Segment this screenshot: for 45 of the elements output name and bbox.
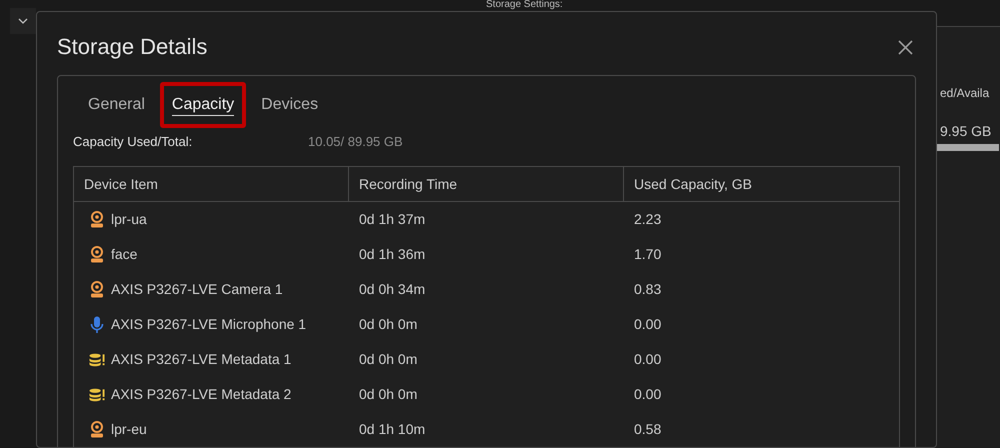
capacity-label: Capacity Used/Total: — [73, 133, 194, 152]
device-name: lpr-ua — [111, 210, 147, 229]
used-capacity: 0.00 — [634, 316, 662, 332]
camera-icon — [90, 211, 104, 228]
recording-time: 0d 0h 0m — [359, 351, 418, 367]
column-header: ed/Availa — [940, 85, 990, 102]
column-header: Recording Time — [349, 167, 624, 201]
tab[interactable]: Devices — [250, 82, 330, 128]
usage-value: 9.95 GB — [940, 122, 992, 141]
used-capacity: 0.00 — [634, 386, 662, 402]
used-capacity: 1.70 — [634, 246, 662, 262]
dialog-title: Storage Details — [57, 33, 208, 61]
used-capacity: 0.83 — [634, 281, 662, 297]
device-name: AXIS P3267-LVE Metadata 1 — [111, 350, 292, 369]
column-header: Used Capacity, GB — [633, 174, 754, 194]
close-icon — [898, 40, 912, 54]
recording-time: 0d 0h 0m — [359, 316, 418, 332]
recording-time: 0d 1h 10m — [359, 421, 426, 437]
device-name: AXIS P3267-LVE Camera 1 — [111, 280, 283, 299]
section-title: Storage Settings: — [486, 0, 563, 10]
tab[interactable]: General — [77, 82, 156, 128]
used-capacity: 0.00 — [634, 351, 662, 367]
camera-icon — [90, 281, 104, 298]
collapse-button[interactable] — [10, 8, 36, 34]
device-name: AXIS P3267-LVE Microphone 1 — [111, 315, 306, 334]
camera-icon — [90, 246, 104, 263]
device-name: lpr-eu — [111, 420, 147, 439]
database-warning-icon — [89, 352, 105, 366]
tab[interactable]: Capacity — [160, 82, 246, 128]
recording-time: 0d 0h 34m — [359, 281, 426, 297]
microphone-icon — [90, 316, 104, 334]
recording-time: 0d 1h 37m — [359, 211, 426, 227]
device-name: face — [111, 245, 138, 264]
capacity-value: 10.05/ 89.95 GB — [308, 133, 403, 152]
device-name: AXIS P3267-LVE Metadata 2 — [111, 385, 292, 404]
database-warning-icon — [89, 388, 105, 402]
usage-bar — [937, 144, 999, 151]
camera-icon — [90, 421, 104, 438]
recording-time: 0d 0h 0m — [359, 386, 418, 402]
column-header: Device Item — [74, 167, 349, 201]
used-capacity: 2.23 — [634, 211, 662, 227]
chevron-down-icon — [18, 18, 28, 24]
recording-time: 0d 1h 36m — [359, 246, 426, 262]
close-button[interactable] — [896, 38, 914, 56]
used-capacity: 0.58 — [634, 421, 662, 437]
